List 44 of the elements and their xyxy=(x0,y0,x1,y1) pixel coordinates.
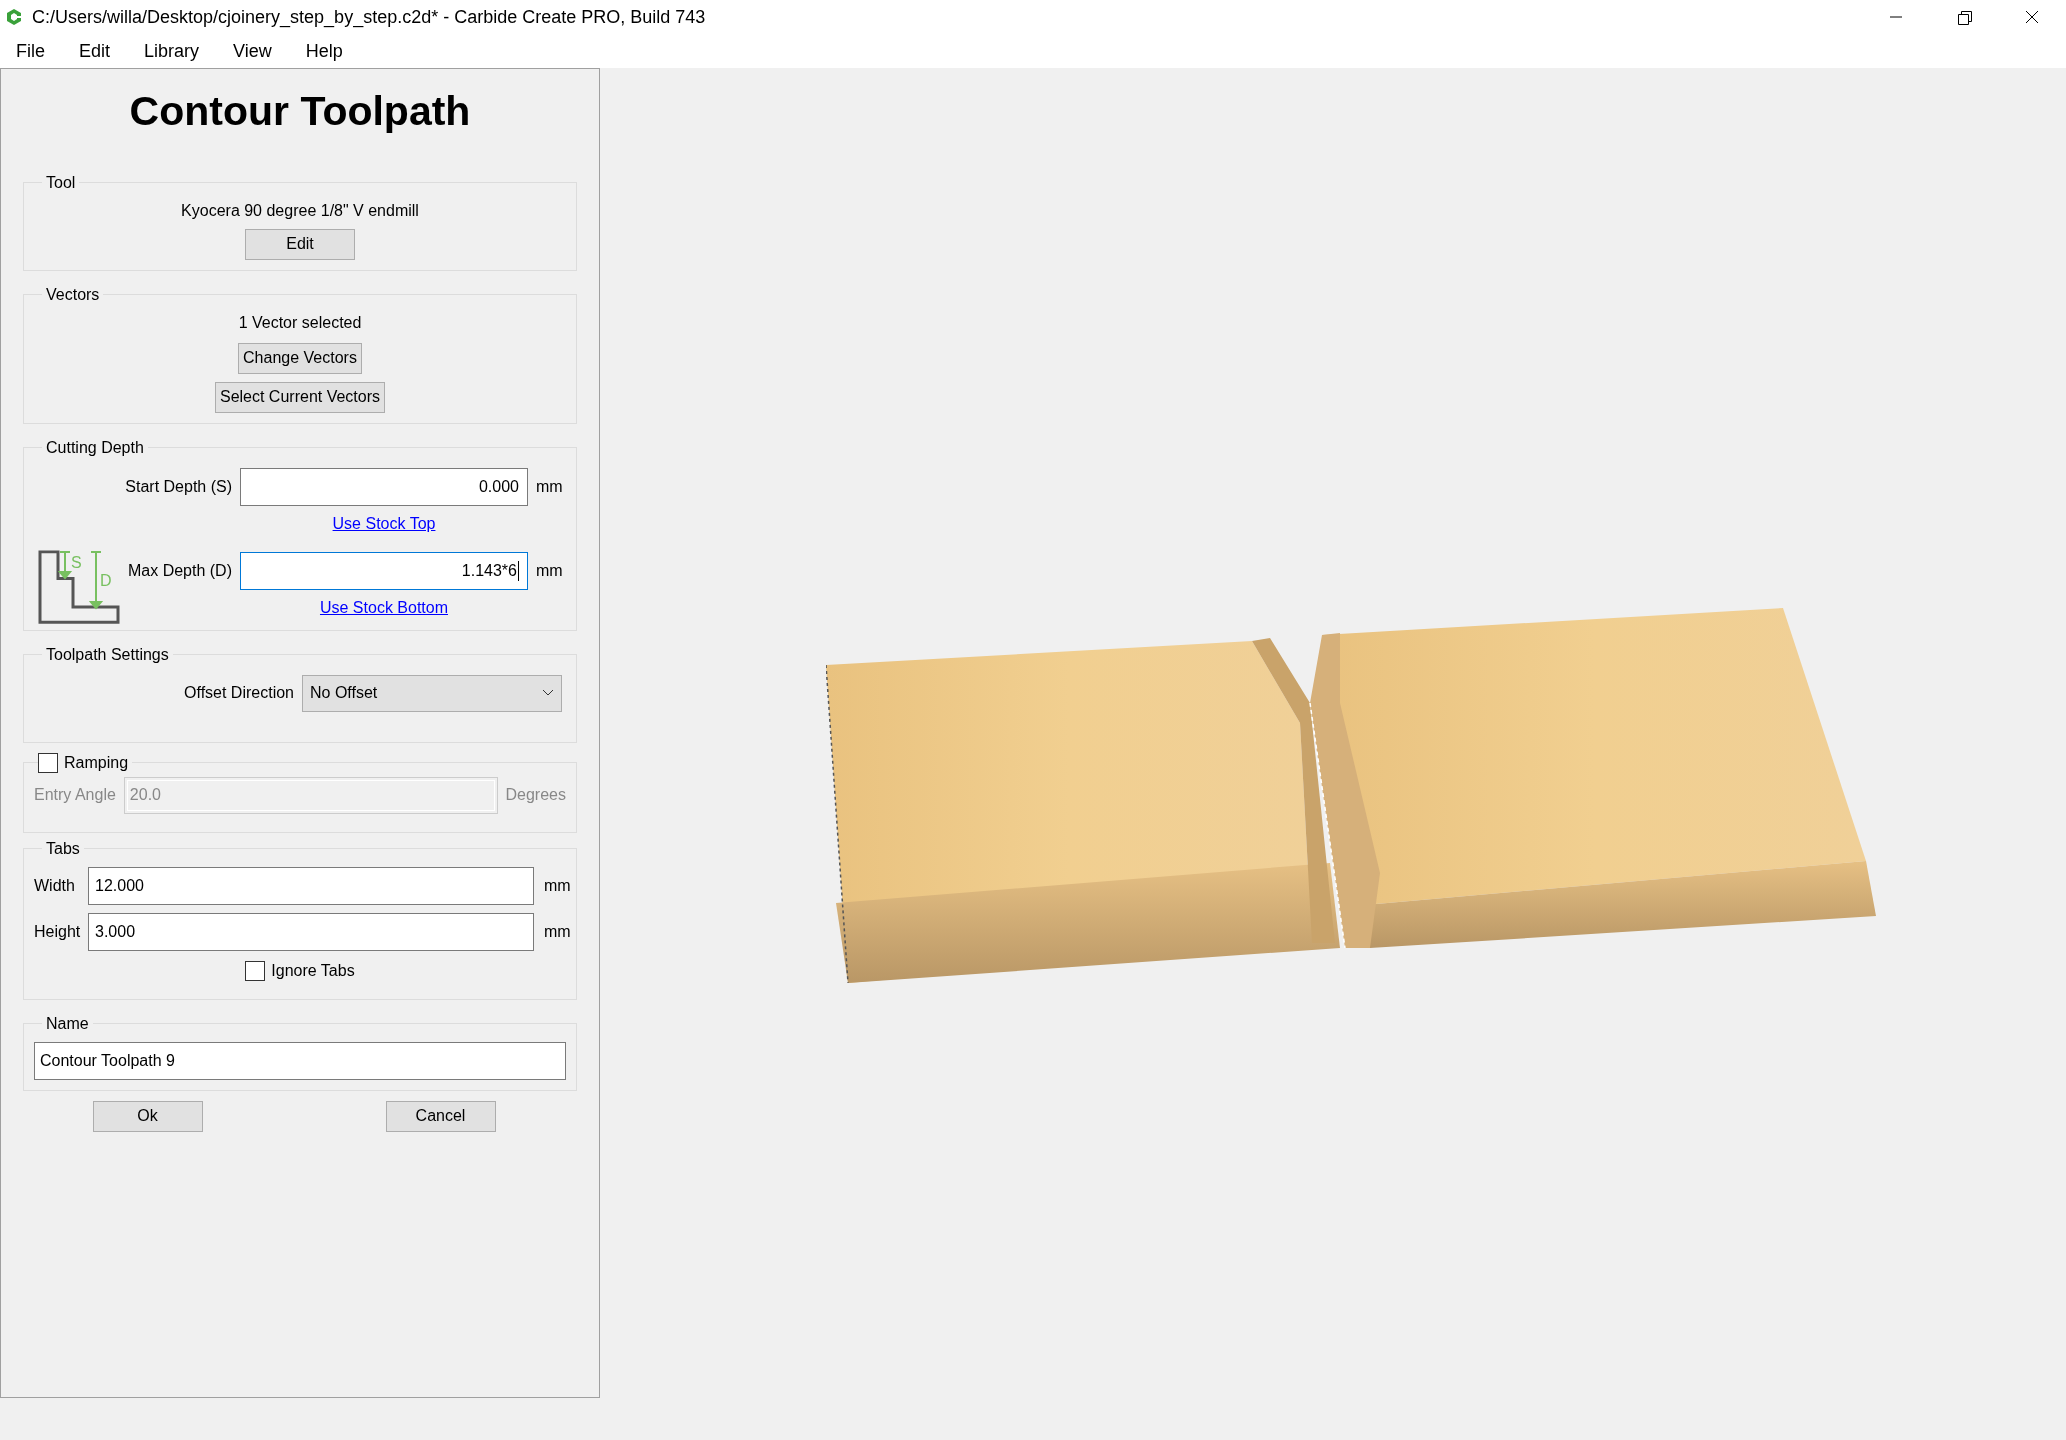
window-title: C:/Users/willa/Desktop/cjoinery_step_by_step.c2d* - Carbide Create PRO, Build 743 xyxy=(32,5,706,30)
dialog-button[interactable]: Cancel xyxy=(385,1100,496,1132)
offset-direction-dropdown[interactable]: No Offset xyxy=(302,674,562,712)
menu-item[interactable]: Edit xyxy=(79,37,111,65)
menu-item[interactable]: Help xyxy=(305,37,343,65)
vectors-button[interactable]: Change Vectors xyxy=(238,342,362,374)
menu-item[interactable]: File xyxy=(16,37,45,65)
field-label: Offset Direction xyxy=(184,683,294,703)
depth-input-field[interactable]: 0.000 xyxy=(240,467,528,506)
vectors-button[interactable]: Select Current Vectors xyxy=(214,381,386,413)
unit-label: mm xyxy=(536,476,562,497)
group-label: Vectors xyxy=(46,285,100,303)
checkbox-label: Ramping xyxy=(64,752,129,773)
stock-link[interactable]: Use Stock Top xyxy=(240,511,528,536)
group-label: Cutting Depth xyxy=(46,438,144,456)
tab-size-field[interactable]: 3.000 xyxy=(88,912,534,951)
checkbox[interactable] xyxy=(245,960,266,981)
stock-link[interactable]: Use Stock Bottom xyxy=(240,595,528,620)
menu-item[interactable]: View xyxy=(233,37,272,65)
group-label: Tabs xyxy=(46,839,80,857)
field-label: Entry Angle xyxy=(34,785,116,805)
group-label: Name xyxy=(46,1014,89,1032)
checkbox[interactable] xyxy=(38,752,58,773)
app-logo-icon xyxy=(6,8,22,26)
vector-status: 1 Vector selected xyxy=(238,312,362,333)
group-label: Toolpath Settings xyxy=(46,645,169,663)
depth-input-field[interactable]: 1.143*6 xyxy=(240,551,528,590)
panel-title: Contour Toolpath xyxy=(128,87,472,136)
tab-size-field[interactable]: 12.000 xyxy=(88,866,534,905)
field-label: Height xyxy=(34,921,82,942)
unit-label: mm xyxy=(536,560,562,581)
dialog-button[interactable]: Ok xyxy=(92,1100,203,1132)
field-label: Start Depth (S) xyxy=(125,476,232,497)
chevron-down-icon xyxy=(542,689,554,697)
edit-button[interactable]: Edit xyxy=(245,228,355,260)
field-label: Width xyxy=(34,875,76,896)
checkbox-label: Ignore Tabs xyxy=(271,960,355,981)
group-label: Tool xyxy=(46,173,76,191)
tool-name: Kyocera 90 degree 1/8" V endmill xyxy=(181,200,419,221)
unit-label: Degrees xyxy=(505,785,566,805)
name-field[interactable]: Contour Toolpath 9 xyxy=(34,1041,566,1080)
depth-diagram-drawing: S D xyxy=(38,549,120,626)
menu-item[interactable]: Library xyxy=(144,37,200,65)
field-label: Max Depth (D) xyxy=(127,560,232,581)
